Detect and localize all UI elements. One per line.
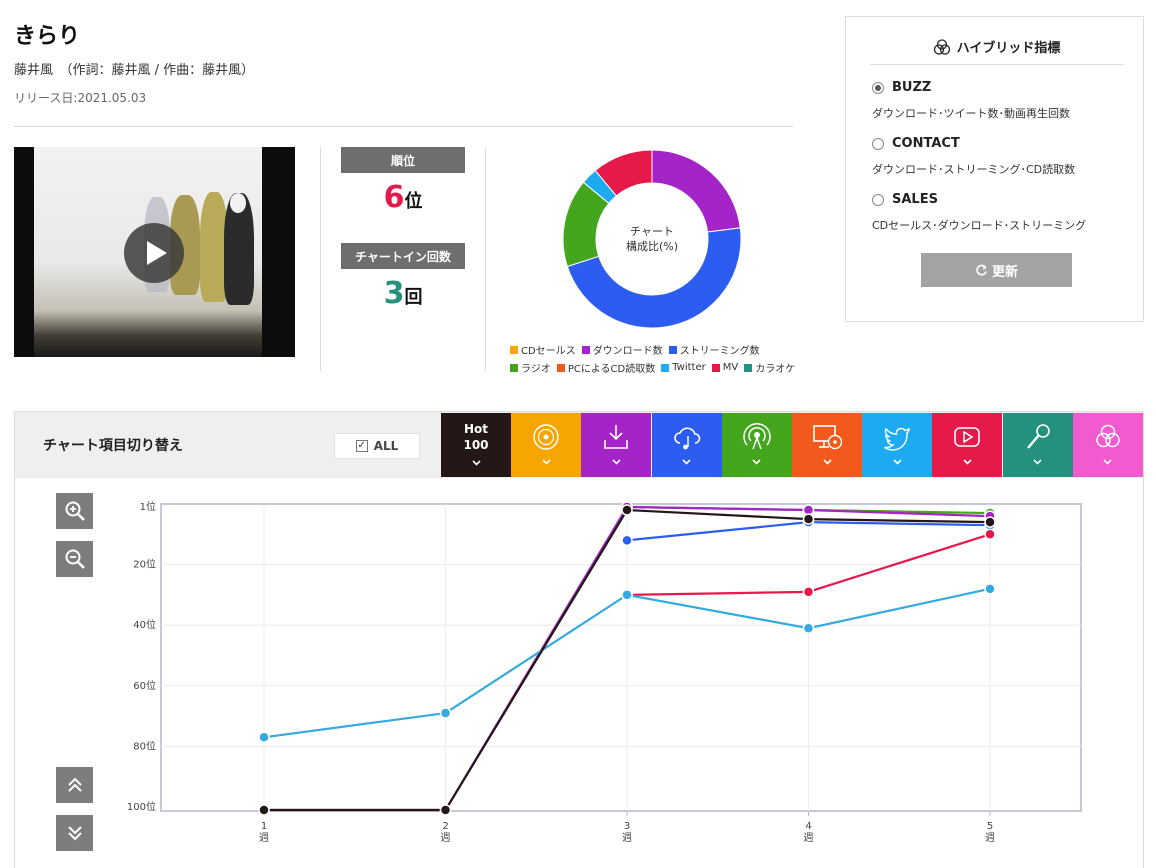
radio-desc: CDセールス･ダウンロード･ストリーミング	[872, 219, 1087, 232]
data-point[interactable]	[621, 504, 633, 516]
refresh-button[interactable]: 更新	[921, 253, 1072, 287]
legend-item: CDセールス	[510, 342, 576, 357]
x-tick-label: 5週	[985, 821, 995, 844]
data-point[interactable]	[258, 804, 270, 816]
hybrid-index-panel: ハイブリッド指標 BUZZ ダウンロード･ツイート数･動画再生回数 CONTAC…	[845, 16, 1144, 322]
legend-label: ラジオ	[521, 364, 551, 375]
donut-center-label: チャート 構成比(%)	[562, 224, 742, 254]
radio-label: SALES	[892, 192, 938, 207]
x-tick-label: 2週	[441, 821, 451, 844]
x-tick-label: 1週	[259, 821, 269, 844]
legend-item: Twitter	[661, 360, 706, 375]
divider	[14, 126, 793, 127]
legend-item: MV	[711, 360, 739, 375]
data-point[interactable]	[984, 583, 996, 595]
y-tick-label: 60位	[133, 679, 156, 692]
legend-swatch	[668, 345, 677, 354]
legend-label: カラオケ	[755, 364, 796, 375]
x-tick-label: 4週	[804, 821, 814, 844]
legend-item: PCによるCD読取数	[556, 360, 656, 375]
chart-in-number: 3	[383, 276, 405, 311]
legend-item: ラジオ	[510, 360, 551, 375]
radio-label: CONTACT	[892, 136, 960, 151]
data-point[interactable]	[439, 804, 452, 816]
song-credits: 藤井風 （作詞：藤井風 / 作曲：藤井風）	[14, 63, 255, 78]
rank-line-chart: 1位 20位 40位 60位 80位 100位 1 週 2 週 3 週 4 週 5 週	[127, 500, 1082, 844]
data-point[interactable]	[621, 589, 633, 601]
radio-buzz[interactable]: BUZZ	[872, 80, 931, 95]
play-button[interactable]	[124, 223, 184, 283]
legend-label: CDセールス	[521, 346, 576, 357]
legend-label: ストリーミング数	[679, 346, 760, 357]
radio-desc: ダウンロード･ストリーミング･CD読取数	[872, 163, 1076, 176]
data-point[interactable]	[258, 731, 270, 744]
donut-center-line2: 構成比(%)	[625, 240, 679, 253]
legend-label: PCによるCD読取数	[567, 364, 656, 375]
radio-contact[interactable]: CONTACT	[872, 136, 960, 151]
song-title: きらり	[14, 24, 81, 49]
donut-legend-row1: CDセールス ダウンロード数 ストリーミング数	[510, 342, 760, 357]
data-point[interactable]	[621, 534, 633, 547]
y-tick-label: 80位	[133, 739, 156, 752]
radio-control[interactable]	[872, 137, 884, 150]
y-tick-label: 40位	[133, 618, 156, 631]
refresh-icon	[976, 264, 987, 276]
y-tick-label: 100位	[127, 800, 156, 813]
legend-label: MV	[722, 362, 739, 373]
data-point[interactable]	[802, 622, 815, 634]
video-player[interactable]	[14, 147, 295, 357]
rank-unit: 位	[404, 191, 423, 212]
radio-desc: ダウンロード･ツイート数･動画再生回数	[872, 107, 1070, 120]
radio-control[interactable]	[872, 81, 884, 94]
legend-label: Twitter	[672, 362, 706, 373]
radio-sales[interactable]: SALES	[872, 192, 938, 207]
chart-in-value: 3回	[341, 276, 465, 311]
chart-panel: チャート項目切り替え ✓ ALL Hot 100 1位 20位 40位 60位 …	[14, 411, 1144, 868]
legend-item: ストリーミング数	[668, 342, 760, 357]
venn-icon	[933, 38, 950, 55]
data-point[interactable]	[984, 516, 996, 528]
legend-item: カラオケ	[744, 360, 795, 375]
divider	[485, 147, 486, 371]
data-point[interactable]	[802, 586, 815, 598]
legend-item: ダウンロード数	[581, 342, 663, 357]
refresh-label: 更新	[991, 264, 1018, 280]
legend-swatch	[510, 363, 518, 372]
legend-swatch	[556, 363, 565, 372]
rank-label: 順位	[341, 147, 465, 173]
donut-slice	[651, 149, 741, 233]
data-point[interactable]	[984, 528, 996, 541]
x-tick-label: 3週	[622, 821, 632, 844]
data-point[interactable]	[439, 707, 452, 719]
play-icon	[146, 241, 167, 265]
rank-number: 6	[383, 180, 405, 215]
legend-swatch	[711, 363, 720, 372]
divider	[320, 147, 321, 371]
legend-swatch	[581, 345, 590, 354]
legend-swatch	[510, 345, 518, 354]
rank-value: 6位	[341, 180, 465, 215]
donut-center-line1: チャート	[630, 225, 674, 238]
legend-swatch	[661, 363, 670, 372]
y-tick-label: 1位	[140, 500, 156, 513]
y-tick-label: 20位	[133, 558, 156, 571]
legend-label: ダウンロード数	[592, 346, 663, 357]
hybrid-title: ハイブリッド指標	[956, 41, 1061, 56]
chart-in-label: チャートイン回数	[341, 243, 465, 269]
radio-control[interactable]	[872, 193, 884, 206]
radio-label: BUZZ	[892, 80, 932, 95]
donut-legend-row2: ラジオ PCによるCD読取数 Twitter MV カラオケ	[510, 360, 795, 375]
chart-in-unit: 回	[404, 287, 423, 308]
release-date: リリース日:2021.05.03	[14, 91, 147, 105]
data-point[interactable]	[802, 513, 815, 525]
legend-swatch	[744, 363, 753, 372]
hybrid-header: ハイブリッド指標	[870, 29, 1123, 65]
